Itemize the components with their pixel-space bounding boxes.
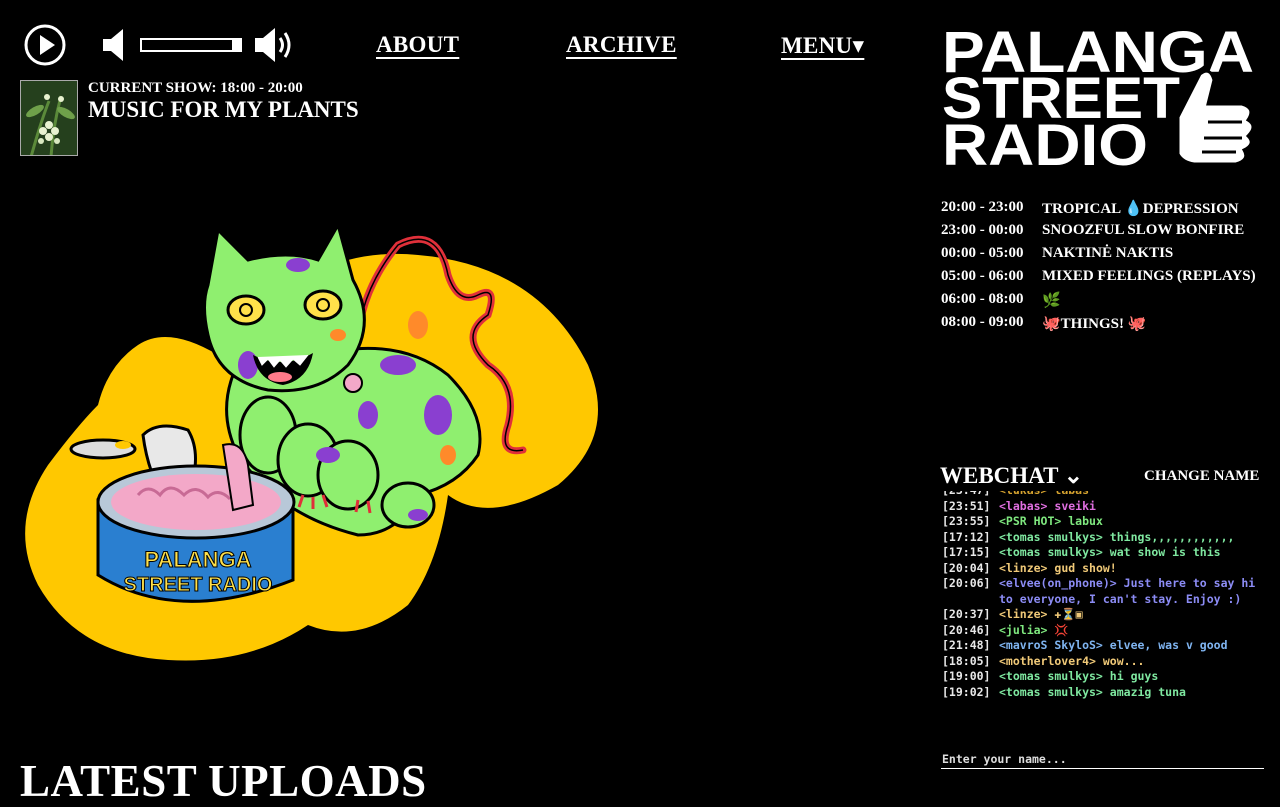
schedule-row[interactable]: 06:00 - 08:00 🌿 bbox=[941, 291, 1271, 314]
chat-message: [20:06] <elvee(on_phone)> Just here to sa… bbox=[942, 576, 1264, 607]
schedule-time: 06:00 - 08:00 bbox=[941, 291, 1024, 307]
chat-timestamp: [23:47] bbox=[942, 491, 999, 499]
chat-text: ✚⏳▣ bbox=[1054, 607, 1083, 621]
chat-message: [23:47]<lukas> labas bbox=[942, 491, 1264, 499]
schedule-time: 23:00 - 00:00 bbox=[941, 222, 1024, 238]
palanga-street-radio-logo[interactable]: PALANGA STREET RADIO bbox=[942, 20, 1262, 178]
chat-text: wow... bbox=[1102, 653, 1145, 668]
chat-message: [23:55] <PSR HOT> labux bbox=[942, 514, 1264, 530]
chat-message: [20:37] <linze> ✚⏳▣ bbox=[942, 607, 1264, 623]
schedule-title: NAKTINĖ NAKTIS bbox=[1042, 245, 1174, 261]
chat-message: [21:48] <mavroS SkyloS> elvee, was v good bbox=[942, 638, 1264, 654]
chat-username: <labas> bbox=[999, 498, 1048, 513]
speaker-loud-icon bbox=[255, 28, 291, 62]
chat-message: [23:51] <labas> sveiki bbox=[942, 499, 1264, 515]
chat-text: things,,,,,,,,,,,, bbox=[1109, 529, 1235, 544]
schedule-title: 🐙THINGS! 🐙 bbox=[1042, 316, 1147, 332]
chat-timestamp: [20:46] bbox=[942, 622, 991, 637]
chat-timestamp: [20:37] bbox=[942, 607, 991, 621]
chat-message: [18:05] <motherlover4> wow... bbox=[942, 654, 1264, 670]
chat-text: elvee, was v good bbox=[1109, 638, 1228, 652]
mute-button[interactable] bbox=[103, 28, 131, 62]
nav-archive-link[interactable]: ARCHIVE bbox=[566, 32, 677, 58]
chat-timestamp: [20:04] bbox=[942, 560, 991, 575]
chat-message: [20:04] <linze> gud show! bbox=[942, 561, 1264, 577]
schedule-row[interactable]: 05:00 - 06:00 MIXED FEELINGS (REPLAYS) bbox=[941, 268, 1271, 291]
hero-illustration: PALANGA STREET RADIO bbox=[18, 205, 608, 675]
schedule-title: 🌿 bbox=[1042, 293, 1061, 309]
chat-username: <lukas> bbox=[999, 491, 1047, 497]
chat-text: wat show is this bbox=[1109, 545, 1221, 559]
schedule-time: 20:00 - 23:00 bbox=[941, 199, 1024, 215]
chat-timestamp: [23:51] bbox=[942, 498, 991, 513]
chat-text: labux bbox=[1068, 514, 1103, 528]
chat-messages[interactable]: [23:47]<lukas> labas[23:51]<labas> sveik… bbox=[942, 491, 1264, 739]
chat-username: <tomas smulkys> bbox=[999, 684, 1103, 699]
chat-username: <motherlover4> bbox=[999, 653, 1096, 668]
chat-timestamp: [20:06] bbox=[942, 576, 991, 590]
schedule-row[interactable]: 23:00 - 00:00 SNOOZFUL SLOW BONFIRE bbox=[941, 222, 1271, 245]
nav-about-link[interactable]: ABOUT bbox=[376, 32, 459, 58]
schedule-title: MIXED FEELINGS (REPLAYS) bbox=[1042, 268, 1256, 284]
nav-menu-dropdown[interactable]: MENU▾ bbox=[781, 32, 864, 59]
latest-uploads-heading: LATEST UPLOADS bbox=[20, 756, 427, 806]
chat-text: gud show! bbox=[1054, 560, 1117, 575]
chat-timestamp: [19:00] bbox=[942, 669, 991, 683]
chat-text: 💢 bbox=[1054, 622, 1069, 637]
chat-timestamp: [23:55] bbox=[942, 514, 991, 528]
webchat-toggle[interactable]: WEBCHAT ⌄ bbox=[940, 463, 1083, 489]
thumbs-up-icon bbox=[1176, 69, 1255, 166]
chat-message: [17:15] <tomas smulkys> wat show is this bbox=[942, 545, 1264, 561]
chat-username: <julia> bbox=[999, 622, 1048, 637]
current-show-label: CURRENT SHOW: 18:00 - 20:00 bbox=[88, 80, 303, 96]
schedule-time: 08:00 - 09:00 bbox=[941, 314, 1024, 330]
chat-username: <linze> bbox=[999, 607, 1048, 621]
svg-text:STREET RADIO: STREET RADIO bbox=[124, 574, 273, 596]
current-show-title: MUSIC FOR MY PLANTS bbox=[88, 97, 359, 122]
chat-name-input[interactable] bbox=[941, 750, 1264, 769]
schedule-row[interactable]: 20:00 - 23:00 TROPICAL 💧DEPRESSION bbox=[941, 199, 1271, 222]
svg-text:RADIO: RADIO bbox=[942, 113, 1148, 172]
volume-slider[interactable] bbox=[140, 38, 242, 52]
schedule-row[interactable]: 00:00 - 05:00 NAKTINĖ NAKTIS bbox=[941, 245, 1271, 268]
chat-timestamp: [18:05] bbox=[942, 653, 991, 668]
svg-text:PALANGA: PALANGA bbox=[144, 547, 251, 572]
chat-username: <tomas smulkys> bbox=[999, 529, 1103, 544]
schedule-list: 20:00 - 23:00 TROPICAL 💧DEPRESSION 23:00 … bbox=[941, 199, 1271, 337]
schedule-time: 00:00 - 05:00 bbox=[941, 245, 1024, 261]
schedule-row[interactable]: 08:00 - 09:00 🐙THINGS! 🐙 bbox=[941, 314, 1271, 337]
chat-text: amazig tuna bbox=[1109, 684, 1186, 699]
current-show-thumbnail[interactable] bbox=[20, 80, 78, 156]
volume-max-button[interactable] bbox=[255, 26, 295, 64]
chat-username: <mavroS SkyloS> bbox=[999, 638, 1103, 652]
chat-username: <tomas smulkys> bbox=[999, 669, 1103, 683]
chat-timestamp: [19:02] bbox=[942, 684, 991, 699]
chat-username: <PSR HOT> bbox=[999, 514, 1062, 528]
chat-text: hi guys bbox=[1109, 669, 1159, 683]
chat-message: [19:00] <tomas smulkys> hi guys bbox=[942, 669, 1264, 685]
change-name-button[interactable]: CHANGE NAME bbox=[1144, 468, 1259, 485]
speaker-mute-icon bbox=[103, 29, 123, 61]
chat-username: <linze> bbox=[999, 560, 1048, 575]
chat-timestamp: [17:15] bbox=[942, 545, 991, 559]
chat-timestamp: [21:48] bbox=[942, 638, 991, 652]
play-icon bbox=[24, 24, 66, 66]
chat-timestamp: [17:12] bbox=[942, 529, 991, 544]
chat-text: labas bbox=[1054, 491, 1089, 497]
chat-message: [19:02] <tomas smulkys> amazig tuna bbox=[942, 685, 1264, 701]
chat-username: <tomas smulkys> bbox=[999, 545, 1103, 559]
schedule-time: 05:00 - 06:00 bbox=[941, 268, 1024, 284]
chat-username: <elvee(on_phone)> bbox=[999, 576, 1117, 590]
chat-message: [20:46] <julia> 💢 bbox=[942, 623, 1264, 639]
cat-with-tuna-can-illustration: PALANGA STREET RADIO bbox=[25, 221, 598, 661]
volume-slider-handle[interactable] bbox=[232, 39, 240, 51]
chat-message: [17:12] <tomas smulkys> things,,,,,,,,,,,… bbox=[942, 530, 1264, 546]
play-button[interactable] bbox=[24, 24, 66, 66]
schedule-title: SNOOZFUL SLOW BONFIRE bbox=[1042, 222, 1245, 238]
logo-graphic: PALANGA STREET RADIO bbox=[942, 20, 1255, 178]
schedule-title: TROPICAL 💧DEPRESSION bbox=[1042, 201, 1239, 217]
chat-text: sveiki bbox=[1054, 498, 1096, 513]
plant-image bbox=[21, 81, 77, 155]
